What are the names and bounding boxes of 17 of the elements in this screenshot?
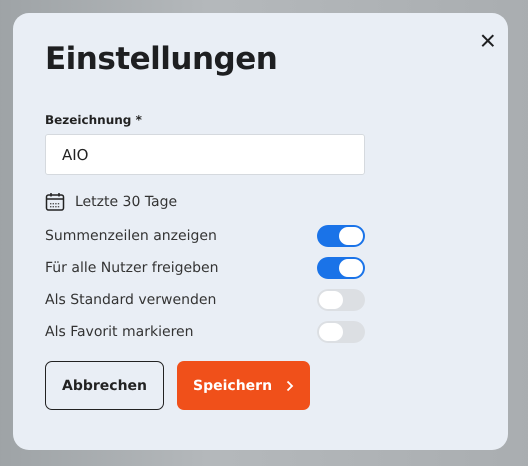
field-label: Bezeichnung * [45, 113, 143, 127]
name-field[interactable]: AIO [45, 134, 365, 175]
date-range-label: Letzte 30 Tage [75, 194, 178, 210]
toggle-label: Als Standard verwenden [45, 292, 216, 308]
toggle-switch[interactable] [317, 257, 365, 279]
toggle-switch[interactable] [317, 289, 365, 311]
dialog-title: Einstellungen [45, 40, 278, 79]
cancel-button[interactable]: Abbrechen [45, 361, 164, 410]
toggle-switch[interactable] [317, 225, 365, 247]
toggle-switch[interactable] [317, 321, 365, 343]
toggle-label: Für alle Nutzer freigeben [45, 260, 219, 276]
toggle-label: Als Favorit markieren [45, 324, 194, 340]
close-button[interactable]: × [476, 27, 500, 55]
save-button[interactable]: Speichern [177, 361, 310, 410]
toggle-label: Summenzeilen anzeigen [45, 228, 217, 244]
calendar-icon [45, 192, 65, 212]
chevron-icon [286, 380, 294, 392]
